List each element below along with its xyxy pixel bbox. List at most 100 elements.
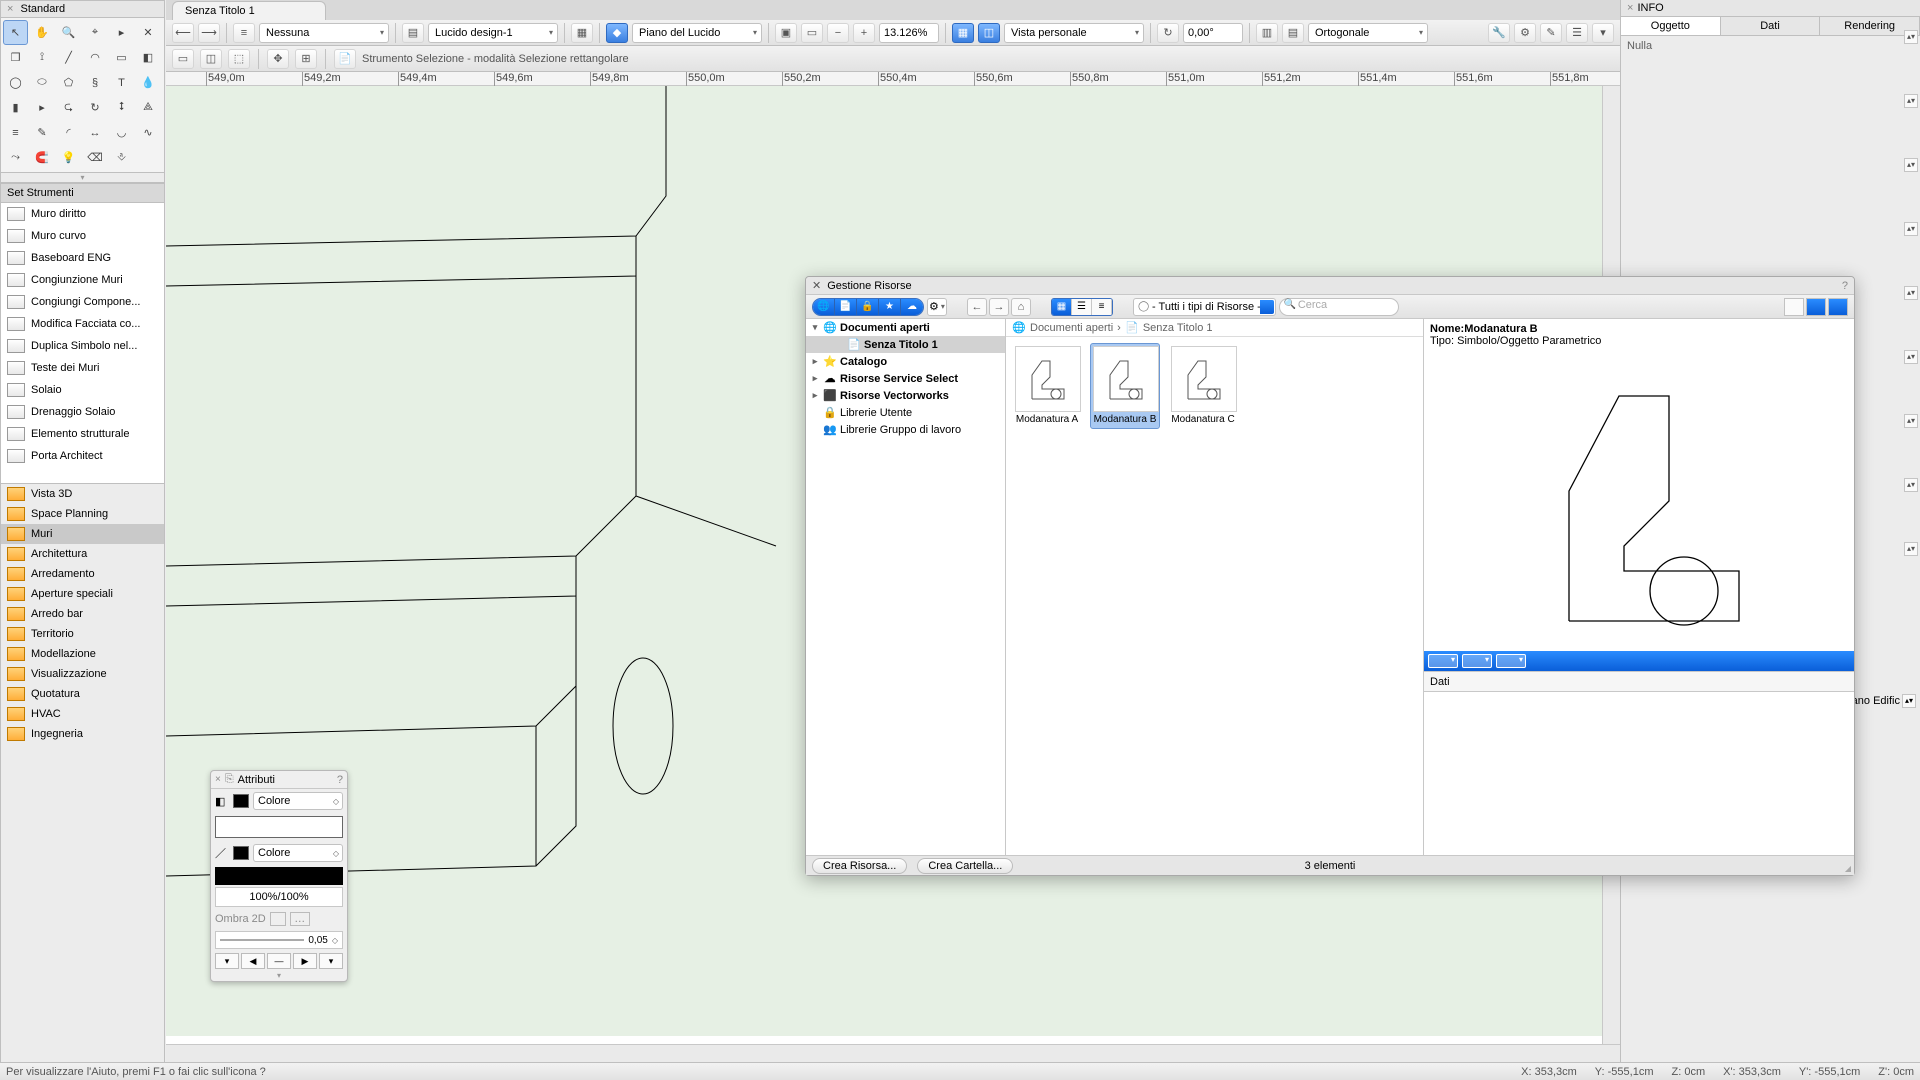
zoom-input[interactable] — [879, 23, 939, 43]
plane-select[interactable]: Piano del Lucido — [632, 23, 762, 43]
mode-btn-3[interactable]: ⬚ — [228, 49, 250, 69]
close-icon[interactable]: × — [215, 774, 221, 785]
tool-cursor[interactable]: ↖ — [3, 20, 28, 45]
search-input[interactable]: Cerca — [1279, 298, 1399, 316]
fit-page-icon[interactable]: ▣ — [775, 23, 797, 43]
spin-stepper[interactable]: ▴▾ — [1904, 350, 1918, 364]
nav-home[interactable]: ⌂ — [1011, 298, 1031, 316]
plane-mode-icon[interactable]: ◆ — [606, 23, 628, 43]
tool-erase[interactable]: ⌫ — [83, 145, 108, 170]
tool-zoom-area[interactable]: ⌖ — [83, 20, 108, 45]
panel-toggle-2[interactable] — [1806, 298, 1826, 316]
resource-thumb[interactable]: Modanatura C — [1168, 343, 1238, 429]
spin-stepper[interactable]: ▴▾ — [1904, 542, 1918, 556]
view-list-icon[interactable]: ☰ — [1072, 299, 1092, 315]
fill-preview[interactable] — [215, 816, 343, 838]
fill-swatch[interactable] — [233, 794, 249, 808]
tool-set-item[interactable]: Porta Architect — [1, 445, 164, 467]
fit-objects-icon[interactable]: ▭ — [801, 23, 823, 43]
source-filter-pills[interactable]: 🌐 📄 🔒 ★ ☁ — [812, 298, 924, 316]
resource-tree[interactable]: ▾🌐Documenti aperti📄Senza Titolo 1▸⭐Catal… — [806, 319, 1006, 855]
pen-type-icon[interactable]: ／ — [215, 845, 229, 861]
tool-arc-flyout[interactable]: ◠ — [83, 45, 108, 70]
spin-stepper[interactable]: ▴▾ — [1904, 414, 1918, 428]
fill-color-select[interactable]: Colore — [253, 792, 343, 810]
palette-handle[interactable]: ▾ — [211, 971, 347, 981]
pen-color-select[interactable]: Colore — [253, 844, 343, 862]
nav-back[interactable]: ← — [967, 298, 987, 316]
category-item[interactable]: Space Planning — [1, 504, 164, 524]
data-section-header[interactable]: Dati — [1424, 671, 1854, 691]
preview-action-3[interactable] — [1496, 654, 1526, 668]
tool-set-item[interactable]: Muro diritto — [1, 203, 164, 225]
projection-select[interactable]: Ortogonale — [1308, 23, 1428, 43]
tool-magnet[interactable]: 🧲 — [30, 145, 55, 170]
thumbnail-grid[interactable]: Modanatura AModanatura BModanatura C — [1006, 337, 1423, 855]
tab-dati[interactable]: Dati — [1721, 17, 1821, 35]
fill-type-icon[interactable]: ◧ — [215, 795, 229, 808]
classes-icon[interactable]: ≡ — [233, 23, 255, 43]
snap-icon-2[interactable]: ◫ — [978, 23, 1000, 43]
panel-handle[interactable]: ▾ — [1, 173, 164, 183]
tool-line[interactable]: ╱ — [56, 45, 81, 70]
close-icon[interactable]: ✕ — [812, 279, 821, 292]
resource-type-select[interactable]: - Tutti i tipi di Risorse - — [1133, 298, 1276, 316]
tool-poly-flyout[interactable]: ⬠ — [56, 70, 81, 95]
tool-pan[interactable]: ✋ — [30, 20, 55, 45]
tool-circle[interactable]: ◯ — [3, 70, 28, 95]
rotate-view-icon[interactable]: ↻ — [1157, 23, 1179, 43]
nav-forward[interactable]: → — [989, 298, 1009, 316]
pill-lock-icon[interactable]: 🔒 — [857, 299, 879, 315]
tool-rotate[interactable]: ↻ — [83, 95, 108, 120]
category-item[interactable]: Visualizzazione — [1, 664, 164, 684]
tool-zoom[interactable]: 🔍 — [56, 20, 81, 45]
category-item[interactable]: Vista 3D — [1, 484, 164, 504]
tree-node[interactable]: ▸⬛Risorse Vectorworks — [806, 387, 1005, 404]
category-item[interactable]: Modellazione — [1, 644, 164, 664]
disclosure-icon[interactable]: ▸ — [810, 373, 820, 384]
opacity-display[interactable]: 100%/100% — [215, 887, 343, 907]
tool-constrain[interactable]: ⟟ — [30, 45, 55, 70]
marker-start-menu[interactable]: ▾ — [215, 953, 239, 969]
aux-icon-4[interactable]: ☰ — [1566, 23, 1588, 43]
tool-set-item[interactable]: Solaio — [1, 379, 164, 401]
marker-mid[interactable]: — — [267, 953, 291, 969]
resize-grip[interactable]: ◢ — [1845, 864, 1851, 873]
category-item[interactable]: Muri — [1, 524, 164, 544]
pen-preview[interactable] — [215, 867, 343, 885]
tool-arc2[interactable]: ◡ — [109, 120, 134, 145]
line-weight-slider[interactable]: 0,05◇ — [215, 931, 343, 949]
tool-rect[interactable]: ▭ — [109, 45, 134, 70]
ombra-toggle[interactable] — [270, 912, 286, 926]
sheet-icon[interactable]: ▦ — [571, 23, 593, 43]
tree-node[interactable]: ▸☁Risorse Service Select — [806, 370, 1005, 387]
pen-swatch[interactable] — [233, 846, 249, 860]
tool-set-item[interactable]: Modifica Facciata co... — [1, 313, 164, 335]
tool-set-item[interactable]: Drenaggio Solaio — [1, 401, 164, 423]
crumb-item[interactable]: Documenti aperti — [1030, 322, 1113, 334]
pill-doc-icon[interactable]: 📄 — [835, 299, 857, 315]
tool-pick[interactable]: ⤳ — [3, 145, 28, 170]
tab-oggetto[interactable]: Oggetto — [1621, 17, 1721, 35]
render-icon-1[interactable]: ▥ — [1256, 23, 1278, 43]
layer-select[interactable]: Lucido design-1 — [428, 23, 558, 43]
mode-btn-2[interactable]: ◫ — [200, 49, 222, 69]
close-icon[interactable]: × — [1627, 2, 1633, 14]
doc-tab[interactable]: Senza Titolo 1 — [172, 1, 326, 20]
category-item[interactable]: HVAC — [1, 704, 164, 724]
tool-set-item[interactable]: Baseboard ENG — [1, 247, 164, 269]
tool-box3d[interactable]: ❒ — [3, 45, 28, 70]
tool-spiral[interactable]: § — [83, 70, 108, 95]
disclosure-icon[interactable]: ▾ — [810, 322, 820, 333]
aux-icon-1[interactable]: 🔧 — [1488, 23, 1510, 43]
resource-thumb[interactable]: Modanatura B — [1090, 343, 1160, 429]
view-mode-toggle[interactable]: ▦ ☰ ≡ — [1051, 298, 1113, 316]
mode-prefs-icon[interactable]: 📄 — [334, 49, 356, 69]
marker-end-menu[interactable]: ▾ — [319, 953, 343, 969]
tool-scale[interactable]: ⭥ — [109, 95, 134, 120]
tool-x[interactable]: ✕ — [136, 20, 161, 45]
pill-cloud-icon[interactable]: ☁ — [901, 299, 923, 315]
help-icon[interactable]: ? — [1842, 280, 1848, 292]
pin-icon[interactable]: ⎘ — [225, 773, 234, 786]
zoom-in-icon[interactable]: + — [853, 23, 875, 43]
